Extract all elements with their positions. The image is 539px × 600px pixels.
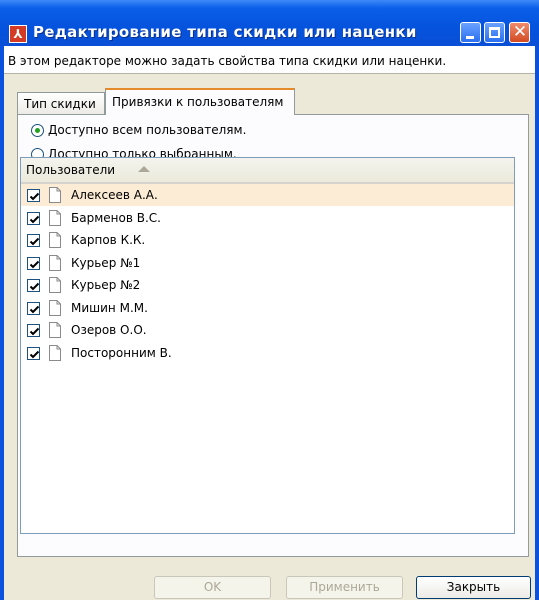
user-checkbox[interactable]: [27, 234, 40, 247]
list-item[interactable]: Алексеев А.А.: [21, 184, 514, 206]
checkmark-icon: [29, 327, 40, 336]
radio-selected-dot: [35, 128, 40, 133]
close-button[interactable]: Закрыть: [416, 576, 531, 599]
close-window-button[interactable]: ✕: [509, 22, 530, 43]
user-name: Барменов В.С.: [71, 210, 161, 225]
list-item[interactable]: Карпов К.К.: [21, 229, 514, 251]
document-icon: [49, 277, 61, 293]
column-header-label: Пользователи: [26, 163, 116, 177]
title-bar[interactable]: ⅄ Редактирование типа скидки или наценки…: [0, 0, 539, 46]
radio-all-users[interactable]: [31, 124, 44, 137]
user-checkbox[interactable]: [27, 189, 40, 202]
app-icon: ⅄: [9, 25, 27, 43]
tab-label: Привязки к пользователям: [112, 95, 284, 109]
list-item[interactable]: Посторонним В.: [21, 342, 514, 364]
maximize-icon: [489, 27, 500, 38]
description-text: В этом редакторе можно задать свойства т…: [8, 54, 447, 68]
checkmark-icon: [29, 192, 40, 201]
description-panel: В этом редакторе можно задать свойства т…: [4, 46, 535, 74]
minimize-icon: [466, 36, 474, 39]
user-checkbox[interactable]: [27, 256, 40, 270]
apply-button[interactable]: Применить: [286, 576, 403, 599]
user-checkbox[interactable]: [27, 279, 40, 292]
list-item[interactable]: Курьер №2: [21, 274, 514, 296]
user-name: Озеров О.О.: [71, 323, 147, 337]
user-name: Мишин М.М.: [71, 300, 148, 315]
user-checkbox[interactable]: [27, 211, 40, 225]
user-checkbox[interactable]: [27, 346, 40, 360]
list-item[interactable]: Озеров О.О.: [21, 319, 514, 341]
maximize-button[interactable]: [484, 22, 505, 43]
user-checkbox[interactable]: [27, 301, 40, 315]
document-icon: [49, 322, 61, 338]
users-column-header[interactable]: Пользователи: [21, 158, 514, 184]
document-icon: [49, 299, 61, 316]
user-checkbox[interactable]: [27, 324, 40, 337]
document-icon: [49, 187, 61, 203]
document-icon: [49, 254, 61, 271]
checkmark-icon: [29, 237, 40, 246]
checkmark-icon: [29, 350, 40, 358]
user-name: Курьер №2: [71, 278, 141, 292]
list-item[interactable]: Курьер №1: [21, 252, 514, 274]
list-item[interactable]: Барменов В.С.: [21, 207, 514, 229]
users-list[interactable]: Пользователи Алексеев А.А. Барменов В.С. К…: [20, 157, 515, 534]
sort-ascending-icon: [138, 166, 150, 172]
document-icon: [49, 232, 61, 248]
checkmark-icon: [29, 215, 40, 223]
checkmark-icon: [29, 305, 40, 313]
user-name: Посторонним В.: [71, 345, 172, 360]
list-item[interactable]: Мишин М.М.: [21, 297, 514, 319]
user-name: Курьер №1: [71, 255, 141, 270]
checkmark-icon: [29, 260, 40, 268]
minimize-button[interactable]: [460, 22, 481, 43]
tab-user-bindings[interactable]: Привязки к пользователям: [105, 88, 295, 115]
user-name: Карпов К.К.: [71, 233, 146, 247]
window-title: Редактирование типа скидки или наценки: [33, 23, 417, 41]
radio-all-users-label[interactable]: Доступно всем пользователям.: [48, 123, 246, 137]
checkmark-icon: [29, 282, 40, 291]
dialog-window: ⅄ Редактирование типа скидки или наценки…: [0, 0, 539, 600]
tab-discount-type[interactable]: Тип скидки: [17, 92, 105, 114]
tab-label: Тип скидки: [24, 97, 96, 111]
ok-button[interactable]: OK: [154, 576, 271, 599]
dialog-body: В этом редакторе можно задать свойства т…: [4, 46, 535, 600]
document-icon: [49, 209, 61, 226]
close-icon: ✕: [512, 22, 528, 42]
document-icon: [49, 344, 61, 361]
user-name: Алексеев А.А.: [71, 188, 158, 202]
